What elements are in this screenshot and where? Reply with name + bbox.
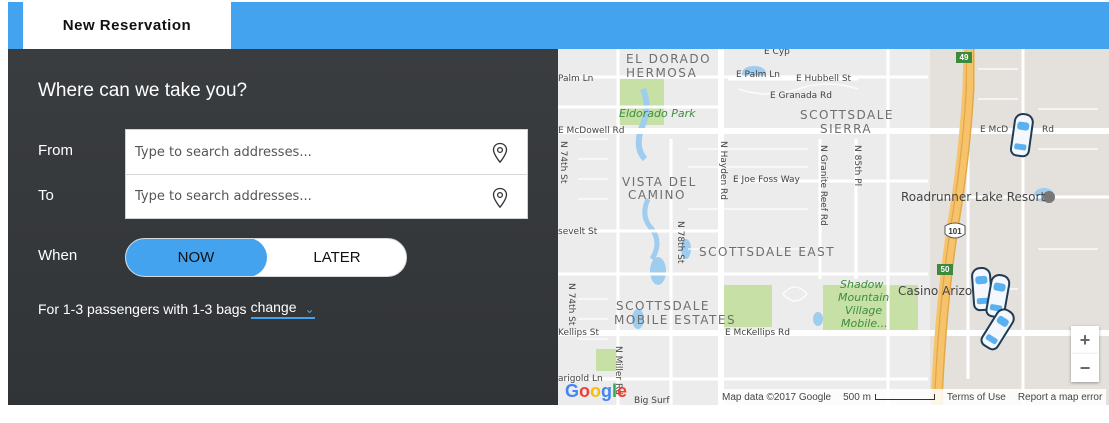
passenger-summary: For 1-3 passengers with 1-3 bags change …: [38, 299, 315, 319]
to-input[interactable]: [126, 181, 466, 212]
map-label-area: EL DORADO: [626, 52, 712, 66]
map-label-area: SCOTTSDALE: [800, 108, 895, 122]
map-label-poi: Casino Arizo: [898, 284, 973, 298]
map-label-road: E Cyp: [764, 49, 790, 57]
map-label-road: N Hayden Rd: [718, 141, 728, 200]
to-row: [126, 174, 527, 218]
scale-bar: [874, 393, 935, 400]
map-label-park: Mountain: [838, 291, 890, 304]
street: [688, 148, 808, 250]
map-label-road: E Joe Foss Way: [733, 175, 800, 185]
map-label-park: Village: [845, 304, 883, 317]
location-pin-icon[interactable]: [491, 142, 509, 164]
to-label: To: [38, 187, 54, 204]
map-label-road: E McD: [980, 125, 1009, 135]
water: [642, 197, 660, 261]
address-box: [125, 129, 528, 219]
map-label-area: SCOTTSDALE: [616, 299, 711, 313]
map-label-road: N 85th Pl: [852, 145, 862, 187]
map-label-area: VISTA DEL: [622, 175, 697, 189]
map-label-road: E McDowell Rd: [558, 126, 625, 136]
reservation-panel: Where can we take you? From To When NOW …: [8, 49, 558, 405]
when-toggle: NOW LATER: [125, 238, 407, 277]
map[interactable]: EL DORADO HERMOSA SCOTTSDALE SIERRA VIST…: [558, 49, 1109, 405]
change-link[interactable]: change ⌄: [250, 299, 315, 319]
map-label-area: HERMOSA: [626, 66, 698, 80]
zoom-out-button[interactable]: −: [1071, 354, 1099, 382]
map-label-road: Big Surf: [634, 396, 670, 405]
from-row: [126, 130, 527, 174]
map-attribution: Map data ©2017 Google 500 m Terms of Use…: [718, 389, 1107, 405]
map-label-road: N 74th St: [566, 283, 576, 326]
location-pin-icon[interactable]: [491, 187, 509, 209]
map-label-road: E Palm Ln: [736, 70, 780, 80]
map-label-road: E McKellips Rd: [725, 328, 790, 338]
map-data-text: Map data ©2017 Google: [722, 391, 832, 403]
passenger-text: For 1-3 passengers with 1-3 bags: [38, 301, 247, 317]
top-bar: New Reservation: [8, 2, 1109, 49]
map-label-poi: Roadrunner Lake Resort: [901, 190, 1046, 204]
change-label: change: [250, 299, 297, 315]
map-label-park: Mobile...: [841, 317, 888, 330]
highway-shield-label: 49: [959, 53, 969, 62]
map-label-road: E Granada Rd: [770, 91, 833, 101]
map-label-road: Palm Ln: [558, 74, 594, 84]
zoom-in-button[interactable]: +: [1071, 326, 1099, 354]
map-canvas: [558, 49, 1109, 405]
map-label-road: E Hubbell St: [796, 74, 852, 84]
terms-link[interactable]: Terms of Use: [947, 392, 1006, 403]
report-error-link[interactable]: Report a map error: [1018, 392, 1102, 403]
water: [650, 257, 666, 285]
scale-indicator: 500 m: [843, 392, 935, 403]
scale-text: 500 m: [843, 391, 871, 403]
highway-shield-label: 101: [948, 227, 962, 236]
highway-shield-label: 50: [940, 265, 950, 274]
panel-title: Where can we take you?: [38, 80, 248, 101]
map-label-road: N Granite Reef Rd: [818, 145, 828, 226]
street: [782, 286, 808, 302]
map-label-road: Kellips St: [558, 328, 599, 338]
later-option[interactable]: LATER: [266, 239, 406, 276]
chevron-down-icon: ⌄: [304, 302, 315, 316]
map-label-area: SIERRA: [820, 122, 873, 136]
map-label-road: N 74th St: [558, 141, 568, 184]
map-label-road: N 78th St: [675, 221, 685, 264]
now-option[interactable]: NOW: [126, 239, 267, 276]
from-input[interactable]: [126, 137, 466, 167]
from-label: From: [38, 142, 73, 159]
street: [578, 138, 608, 340]
map-label-area: MOBILE ESTATES: [614, 313, 737, 327]
map-label-park: Eldorado Park: [619, 107, 696, 120]
tab-new-reservation[interactable]: New Reservation: [23, 2, 231, 49]
map-label-park: Shadow: [840, 278, 884, 291]
map-label-area: CAMINO: [628, 188, 686, 202]
map-label-road: sevelt St: [558, 227, 598, 237]
google-logo: Google: [565, 381, 628, 401]
map-label-road: Rd: [1042, 125, 1054, 135]
map-label-area: SCOTTSDALE EAST: [699, 245, 836, 259]
when-label: When: [38, 247, 78, 264]
water: [813, 312, 823, 326]
